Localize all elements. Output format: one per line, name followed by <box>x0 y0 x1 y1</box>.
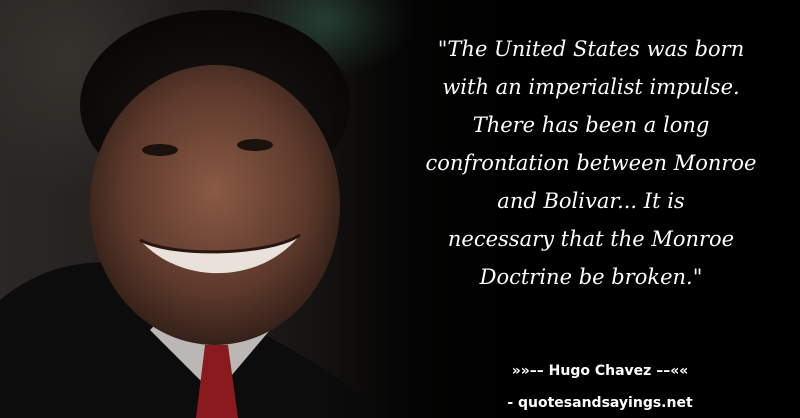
quote-line: "The United States was born <box>437 37 745 61</box>
quote-line: There has been a long <box>472 113 710 137</box>
quote-line: and Bolivar... It is <box>497 189 685 213</box>
site-credit: - quotesandsayings.net <box>507 395 693 411</box>
quote-card: "The United States was born with an impe… <box>0 0 800 418</box>
quote-line: confrontation between Monroe <box>425 151 757 175</box>
quote-line: necessary that the Monroe <box>447 227 735 251</box>
quote-line: Doctrine be broken." <box>479 265 703 289</box>
quote-text: "The United States was born with an impe… <box>395 30 787 296</box>
quote-line: with an imperialist impulse. <box>442 75 740 99</box>
quote-author: »»–– Hugo Chavez ––«« <box>511 363 689 379</box>
